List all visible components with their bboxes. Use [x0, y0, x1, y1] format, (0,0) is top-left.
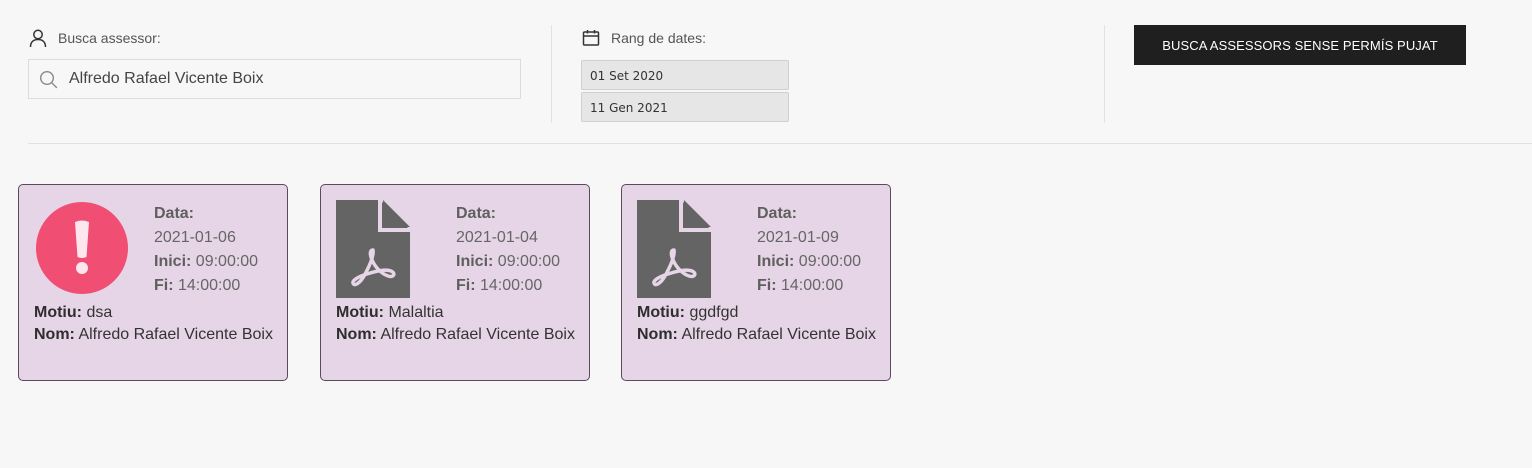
start-label: Inici: — [154, 253, 192, 270]
card-start-time: 09:00:00 — [497, 253, 561, 270]
card-end-time: 14:00:00 — [781, 277, 844, 294]
date-range-filter-label: Rang de dates: — [581, 28, 706, 48]
card-start-time: 09:00:00 — [195, 253, 259, 270]
card-reason: dsa — [86, 304, 113, 321]
date-label: Data: — [757, 205, 798, 222]
name-label: Nom: — [637, 326, 678, 343]
advisor-search-field[interactable] — [28, 59, 521, 99]
card-meta: Data: 2021-01-06 Inici: 09:00:00 Fi: 14:… — [154, 202, 258, 298]
absence-card[interactable]: Data: 2021-01-04 Inici: 09:00:00 Fi: 14:… — [320, 184, 590, 381]
advisor-label: Busca assessor: — [58, 30, 161, 46]
card-reason: ggdfgd — [689, 304, 739, 321]
card-name: Alfredo Rafael Vicente Boix — [681, 326, 876, 343]
search-advisors-without-permit-button[interactable]: BUSCA ASSESSORS SENSE PERMÍS PUJAT — [1134, 25, 1466, 65]
start-label: Inici: — [757, 253, 795, 270]
advisor-search-input[interactable] — [69, 60, 509, 98]
card-info: Motiu: dsa Nom: Alfredo Rafael Vicente B… — [34, 302, 273, 346]
reason-label: Motiu: — [336, 304, 384, 321]
date-to-input[interactable]: 11 Gen 2021 — [581, 92, 789, 122]
date-label: Data: — [456, 205, 497, 222]
card-info: Motiu: ggdfgd Nom: Alfredo Rafael Vicent… — [637, 302, 876, 346]
absence-card[interactable]: Data: 2021-01-09 Inici: 09:00:00 Fi: 14:… — [621, 184, 891, 381]
start-label: Inici: — [456, 253, 494, 270]
date-label: Data: — [154, 205, 195, 222]
end-label: Fi: — [757, 277, 777, 294]
card-end-time: 14:00:00 — [480, 277, 543, 294]
date-range-label: Rang de dates: — [611, 30, 706, 46]
card-date: 2021-01-04 — [456, 229, 538, 246]
advisor-filter-label: Busca assessor: — [28, 28, 161, 48]
card-info: Motiu: Malaltia Nom: Alfredo Rafael Vice… — [336, 302, 575, 346]
card-name: Alfredo Rafael Vicente Boix — [78, 326, 273, 343]
end-label: Fi: — [154, 277, 174, 294]
user-icon — [29, 29, 47, 48]
name-label: Nom: — [336, 326, 377, 343]
name-label: Nom: — [34, 326, 75, 343]
reason-label: Motiu: — [637, 304, 685, 321]
absence-search-page: Busca assessor: Rang de dates: 01 Set 20… — [0, 0, 1532, 468]
card-date: 2021-01-06 — [154, 229, 236, 246]
card-date: 2021-01-09 — [757, 229, 839, 246]
card-meta: Data: 2021-01-04 Inici: 09:00:00 Fi: 14:… — [456, 202, 560, 298]
card-reason: Malaltia — [388, 304, 444, 321]
absence-card[interactable]: Data: 2021-01-06 Inici: 09:00:00 Fi: 14:… — [18, 184, 288, 381]
reason-label: Motiu: — [34, 304, 82, 321]
calendar-icon — [582, 30, 600, 46]
alert-icon — [36, 202, 128, 294]
date-from-input[interactable]: 01 Set 2020 — [581, 60, 789, 90]
card-end-time: 14:00:00 — [178, 277, 241, 294]
filter-divider — [551, 25, 552, 123]
card-start-time: 09:00:00 — [798, 253, 862, 270]
pdf-file-icon — [637, 200, 711, 298]
card-meta: Data: 2021-01-09 Inici: 09:00:00 Fi: 14:… — [757, 202, 861, 298]
card-name: Alfredo Rafael Vicente Boix — [380, 326, 575, 343]
section-divider — [28, 143, 1532, 144]
filter-divider — [1104, 25, 1105, 123]
end-label: Fi: — [456, 277, 476, 294]
search-icon — [39, 70, 58, 89]
pdf-file-icon — [336, 200, 410, 298]
